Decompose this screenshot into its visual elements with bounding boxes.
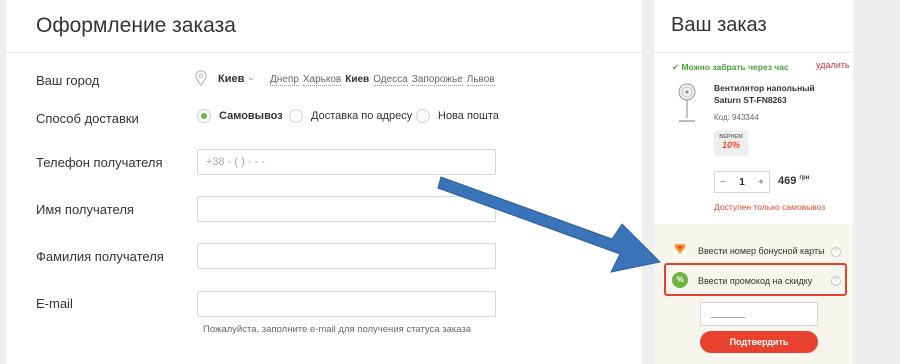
city-link-zaporizhzhia[interactable]: Запорожье [411,74,463,86]
bonus-card-icon [675,244,685,254]
email-hint: Пожалуйста, заполните e-mail для получен… [203,324,472,335]
delivery-option-pickup-label[interactable]: Самовывоз [219,110,283,122]
cashback-value: 10% [721,140,740,150]
quantity-value[interactable]: 1 [739,177,745,188]
delivery-radio-pickup[interactable] [197,109,211,123]
last-name-label: Фамилия получателя [36,249,164,264]
city-link-lviv[interactable]: Львов [466,74,495,86]
bonus-card-link[interactable]: Ввести номер бонусной карты [698,246,825,256]
chevron-down-icon[interactable]: ⌄ [247,72,255,83]
city-label: Ваш город [36,73,100,88]
delivery-option-address-label[interactable]: Доставка по адресу [311,110,412,122]
email-label: E-mail [36,296,73,311]
product-image[interactable] [668,80,706,124]
confirm-promo-button[interactable]: Подтвердить [700,331,818,353]
email-input[interactable] [197,291,496,317]
location-pin-icon [195,70,207,86]
promo-code-link[interactable]: Ввести промокод на скидку [698,276,812,286]
remove-item-link[interactable]: удалить [816,60,850,70]
delivery-label: Способ доставки [36,111,139,126]
quantity-plus-button[interactable]: + [758,177,764,188]
first-name-input[interactable] [197,196,496,222]
first-name-label: Имя получателя [36,202,134,217]
delivery-option-nova-poshta-label[interactable]: Нова пошта [438,110,499,122]
quantity-minus-button[interactable]: − [720,177,726,188]
checkout-form-panel: Оформление заказа Ваш город Киев ⌄ Днепр… [6,0,642,364]
city-link-kharkiv[interactable]: Харьков [302,74,342,86]
availability-status: ✔ Можно забрать через час [672,62,789,72]
city-link-odesa[interactable]: Одесса [373,74,408,86]
quick-city-list: Днепр Харьков Киев Одесса Запорожье Льво… [270,74,495,86]
pickup-only-note: Доступен только самовывоз [714,202,826,212]
page-title: Оформление заказа [36,14,236,37]
promo-info-icon[interactable]: ? [831,276,841,286]
delivery-radio-nova-poshta[interactable] [416,109,430,123]
price-currency: грн [799,175,810,181]
product-name[interactable]: Вентилятор напольный Saturn ST-FN8263 [714,82,824,106]
header-divider [6,52,642,53]
quantity-stepper[interactable]: − 1 + [714,171,770,193]
order-title: Ваш заказ [671,14,767,36]
phone-label: Телефон получателя [36,155,163,170]
bonus-info-icon[interactable]: ? [831,247,841,257]
product-price: 469 грн [778,175,809,187]
city-select[interactable]: Киев [218,73,244,85]
cashback-badge: ВЕРНЕМ 10% [714,130,748,156]
delivery-radio-address[interactable] [289,109,303,123]
discount-percent-icon: % [672,272,688,288]
order-summary-panel: Ваш заказ ✔ Можно забрать через час удал… [654,0,853,364]
price-value: 469 [778,175,797,187]
city-link-kyiv[interactable]: Киев [345,74,369,86]
promo-code-input[interactable] [700,302,818,326]
order-header-divider [654,52,853,53]
city-link-dnipro[interactable]: Днепр [270,74,299,86]
last-name-input[interactable] [197,243,496,269]
product-sku: Код: 943344 [714,113,759,122]
phone-input[interactable]: +38 - ( ) - - - [197,149,496,175]
